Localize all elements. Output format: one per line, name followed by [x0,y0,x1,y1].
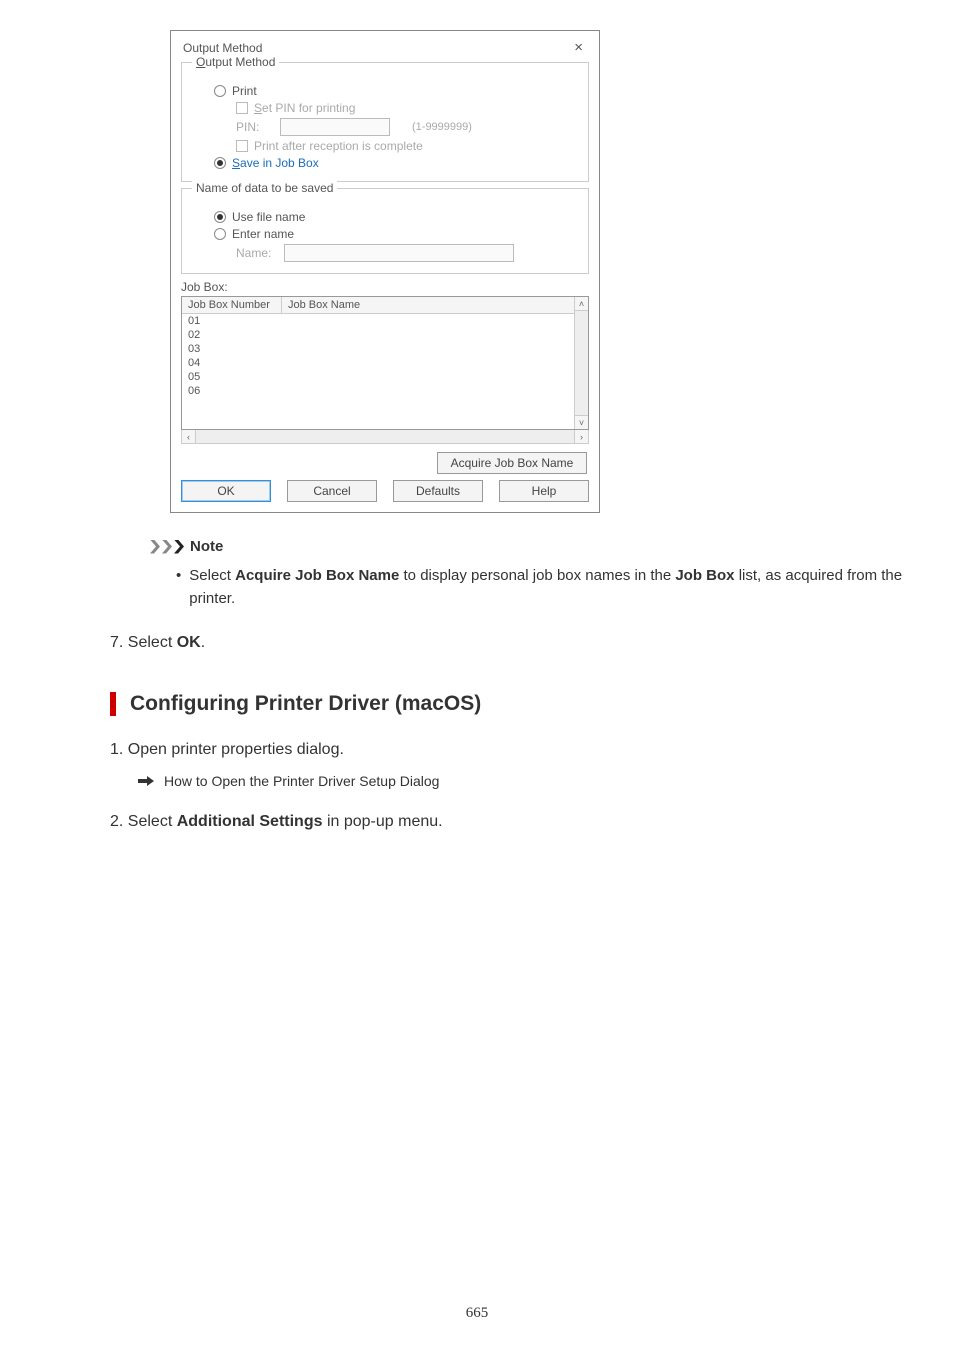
close-icon[interactable]: × [570,39,587,56]
dialog-title: Output Method [183,41,262,55]
print-label: Print [232,84,257,98]
radio-icon [214,157,226,169]
checkbox-icon [236,102,248,114]
scroll-left-icon[interactable]: ‹ [182,430,196,443]
save-in-job-box-label: Save in Job Box [232,156,319,170]
save-in-job-box-row[interactable]: Save in Job Box [214,156,578,170]
step-2: 2. Select Additional Settings in pop-up … [110,813,904,831]
col-job-box-number: Job Box Number [182,297,282,313]
pin-input-row: PIN: (1-9999999) [236,118,622,136]
pin-input [280,118,390,136]
scroll-right-icon[interactable]: › [574,430,588,443]
list-item[interactable]: 03 [182,342,588,356]
set-pin-row: Set PIN for printing [236,101,578,115]
section-title: Configuring Printer Driver (macOS) [130,692,481,716]
step-number: 2. [110,813,123,830]
page-number: 665 [0,1305,954,1322]
scroll-down-icon[interactable]: ˅ [575,415,588,429]
defaults-button[interactable]: Defaults [393,480,483,502]
step-number: 1. [110,741,123,758]
use-file-name-label: Use file name [232,210,305,224]
list-item[interactable]: 05 [182,370,588,384]
output-method-group: Output Method Print Set PIN for printing… [181,62,589,182]
list-rows: 01 02 03 04 05 06 [182,314,588,398]
note-heading: Note [150,538,904,555]
list-header: Job Box Number Job Box Name [182,297,588,314]
radio-icon [214,211,226,223]
name-label: Name: [236,246,276,260]
note-block: Note • Select Acquire Job Box Name to di… [150,538,904,610]
bullet-icon: • [176,565,181,610]
vertical-scrollbar[interactable]: ˄ ˅ [574,297,588,429]
list-item[interactable]: 04 [182,356,588,370]
list-item[interactable]: 06 [182,384,588,398]
pin-hint: (1-9999999) [412,121,472,133]
name-input [284,244,514,262]
name-input-row: Name: [236,244,578,262]
acquire-job-box-name-button[interactable]: Acquire Job Box Name [437,452,587,474]
step-number: 7. [110,634,123,651]
step-7: 7. Select OK. [110,634,904,652]
use-file-name-row[interactable]: Use file name [214,210,578,224]
how-to-open-link[interactable]: How to Open the Printer Driver Setup Dia… [138,773,904,789]
note-heading-text: Note [190,538,223,555]
ok-button[interactable]: OK [181,480,271,502]
section-accent-bar [110,692,116,716]
help-button[interactable]: Help [499,480,589,502]
name-of-data-legend: Name of data to be saved [192,181,337,195]
link-text: How to Open the Printer Driver Setup Dia… [164,773,439,789]
horizontal-scrollbar[interactable]: ‹ › [181,430,589,444]
note-icon [150,540,184,554]
list-item[interactable]: 01 [182,314,588,328]
scroll-up-icon[interactable]: ˄ [575,297,588,311]
checkbox-icon [236,140,248,152]
enter-name-row[interactable]: Enter name [214,227,578,241]
radio-icon [214,228,226,240]
output-method-legend: Output Method [192,55,279,69]
cancel-button[interactable]: Cancel [287,480,377,502]
note-text: Select Acquire Job Box Name to display p… [189,565,904,610]
job-box-label: Job Box: [181,280,589,294]
step-text: Open printer properties dialog. [128,741,344,758]
list-item[interactable]: 02 [182,328,588,342]
print-radio-row[interactable]: Print [214,84,578,98]
output-method-dialog: Output Method × Output Method Print Set … [170,30,600,513]
enter-name-label: Enter name [232,227,294,241]
step-1: 1. Open printer properties dialog. [110,741,904,759]
pin-label: PIN: [236,120,272,134]
set-pin-label: Set PIN for printing [254,101,355,115]
job-box-list[interactable]: Job Box Number Job Box Name 01 02 03 04 … [181,296,589,430]
arrow-right-icon [138,776,154,786]
name-of-data-group: Name of data to be saved Use file name E… [181,188,589,274]
print-after-reception-row: Print after reception is complete [236,139,578,153]
col-job-box-name: Job Box Name [282,297,588,313]
note-bullet: • Select Acquire Job Box Name to display… [176,565,904,610]
print-after-reception-label: Print after reception is complete [254,139,423,153]
radio-icon [214,85,226,97]
section-heading: Configuring Printer Driver (macOS) [110,692,904,716]
